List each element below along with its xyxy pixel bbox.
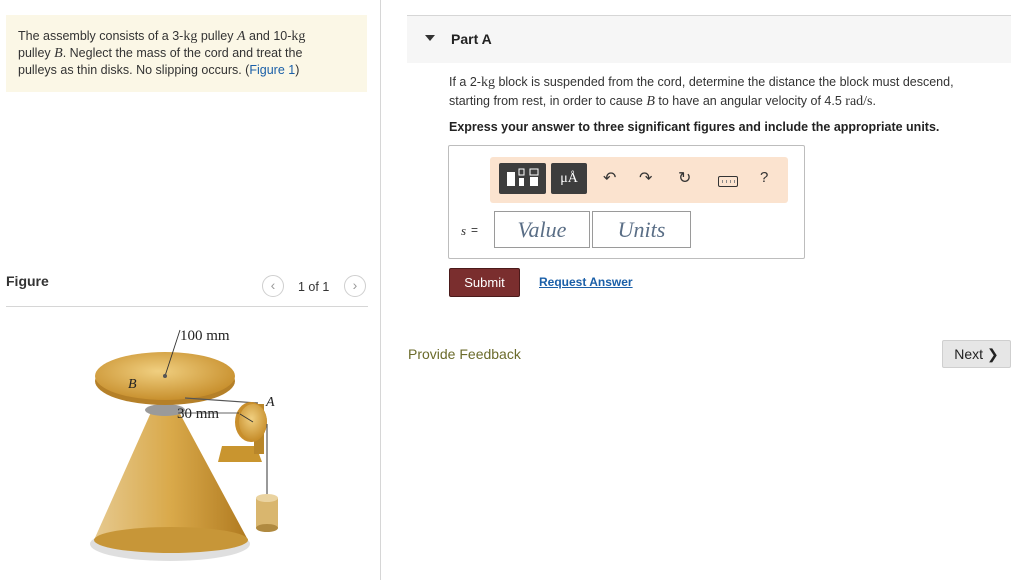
unit-rad-s: rad/s [845, 94, 873, 109]
left-panel: The assembly consists of a 3-kg pulley A… [0, 0, 381, 580]
question-segment: to have an angular velocity of 4.5 [654, 94, 846, 108]
answer-box: μÅ ↶ ↷ ↻ ? s = Value Units [448, 145, 805, 259]
problem-statement: The assembly consists of a 3-kg pulley A… [6, 15, 367, 92]
problem-text: and 10- [245, 29, 292, 43]
symbol-a: A [236, 29, 246, 44]
question-segment: starting from rest, in order to cause [449, 94, 647, 108]
symbol-b: B [646, 94, 655, 109]
chevron-left-icon[interactable]: ‹ [262, 275, 284, 297]
request-answer-link[interactable]: Request Answer [539, 275, 633, 289]
label-b: B [128, 377, 137, 392]
reset-icon[interactable]: ↻ [678, 170, 691, 188]
question-segment: If a 2- [449, 75, 481, 89]
submit-button[interactable]: Submit [449, 268, 520, 297]
label-30mm: 30 mm [177, 406, 219, 422]
next-button[interactable]: Next ❯ [942, 340, 1011, 368]
units-icon[interactable]: μÅ [551, 163, 587, 194]
figure-heading: Figure [6, 273, 49, 289]
question-segment: . [872, 94, 876, 108]
unit-kg: kg [291, 29, 306, 44]
next-label: Next [954, 346, 984, 362]
part-a-header[interactable]: Part A [407, 15, 1011, 63]
problem-text: The assembly consists of a 3- [18, 29, 184, 43]
figure-link[interactable]: Figure 1 [249, 63, 295, 77]
chevron-right-icon: ❯ [986, 346, 999, 362]
problem-text: pulley [197, 29, 237, 43]
divider [6, 306, 368, 307]
problem-text: pulleys as thin disks. No slipping occur… [18, 63, 250, 77]
caret-down-icon[interactable] [425, 35, 435, 41]
answer-variable: s [461, 223, 467, 238]
question-segment: block is suspended from the cord, determ… [494, 75, 954, 89]
provide-feedback-link[interactable]: Provide Feedback [408, 346, 521, 362]
unit-kg: kg [480, 75, 495, 90]
equals-sign: = [471, 223, 479, 237]
undo-icon[interactable]: ↶ [603, 170, 616, 188]
answer-instruction: Express your answer to three significant… [449, 120, 940, 134]
problem-text: pulley [18, 46, 55, 60]
label-100mm: 100 mm [180, 328, 230, 344]
redo-icon[interactable]: ↷ [639, 170, 652, 188]
templates-icon[interactable] [499, 163, 546, 194]
problem-text: ) [295, 63, 300, 77]
help-icon[interactable]: ? [760, 169, 768, 186]
keyboard-icon[interactable] [718, 176, 738, 187]
chevron-right-icon[interactable]: › [344, 275, 366, 297]
question-text: If a 2-kg block is suspended from the co… [449, 73, 999, 111]
part-title: Part A [451, 31, 492, 47]
symbol-b: B [54, 46, 63, 61]
units-input[interactable]: Units [592, 211, 691, 248]
unit-kg: kg [183, 29, 198, 44]
pulley-figure: 100 mm 30 mm A B [90, 328, 278, 561]
math-toolbar: μÅ ↶ ↷ ↻ ? [490, 157, 788, 203]
value-input[interactable]: Value [494, 211, 590, 248]
problem-text: . Neglect the mass of the cord and treat… [62, 46, 303, 60]
figure-page-count: 1 of 1 [298, 280, 330, 294]
label-a: A [265, 395, 275, 410]
